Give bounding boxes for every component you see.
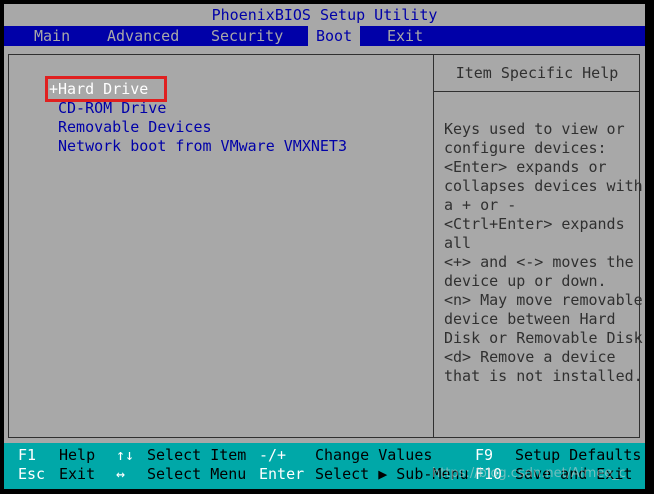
expand-marker: + [49, 80, 59, 98]
divider [434, 91, 640, 92]
help-title: Item Specific Help [455, 64, 619, 82]
footer-key-change: -/+ [259, 446, 287, 464]
boot-item-removable[interactable]: Removable Devices [49, 118, 347, 137]
boot-item-network[interactable]: Network boot from VMware VMXNET3 [49, 137, 347, 156]
bios-screen: PhoenixBIOS Setup Utility Main Advanced … [4, 4, 645, 489]
footer-key-leftright: ↔ [116, 465, 126, 483]
footer-key-f9: F9 [475, 446, 494, 464]
footer-label-exit: Exit [59, 465, 96, 483]
footer-label-help: Help [59, 446, 96, 464]
footer-key-enter: Enter [259, 465, 305, 483]
divider [433, 55, 434, 437]
help-text: Keys used to view or configure devices: … [444, 120, 643, 385]
footer-key-help: F1 [18, 446, 37, 464]
boot-item-label: Hard Drive [58, 80, 149, 98]
window-title: PhoenixBIOS Setup Utility [4, 4, 645, 26]
footer-label-setup-defaults: Setup Defaults [515, 446, 642, 464]
boot-item-label: Network boot from VMware VMXNET3 [58, 137, 347, 155]
boot-order-list: +Hard Drive CD-ROM Drive Removable Devic… [49, 80, 347, 156]
boot-item-label: Removable Devices [58, 118, 212, 136]
footer-label-change-values: Change Values [315, 446, 433, 464]
watermark-text: https://blog.csdn.net/Aimee_c [432, 466, 626, 481]
footer-key-updown: ↑↓ [116, 446, 135, 464]
menu-security[interactable]: Security [203, 26, 291, 46]
footer-label-select-menu: Select Menu [147, 465, 247, 483]
main-panel: Item Specific Help Keys used to view or … [8, 54, 643, 438]
footer-label-select-item: Select Item [147, 446, 247, 464]
boot-item-label: CD-ROM Drive [58, 99, 167, 117]
menu-main[interactable]: Main [26, 26, 78, 46]
menu-exit[interactable]: Exit [379, 26, 431, 46]
boot-item-hard-drive[interactable]: +Hard Drive [49, 80, 347, 99]
menu-bar: Main Advanced Security Boot Exit [4, 26, 645, 46]
menu-boot[interactable]: Boot [308, 26, 361, 46]
boot-item-cdrom[interactable]: CD-ROM Drive [49, 99, 347, 118]
menu-advanced[interactable]: Advanced [99, 26, 187, 46]
footer-key-esc: Esc [18, 465, 46, 483]
